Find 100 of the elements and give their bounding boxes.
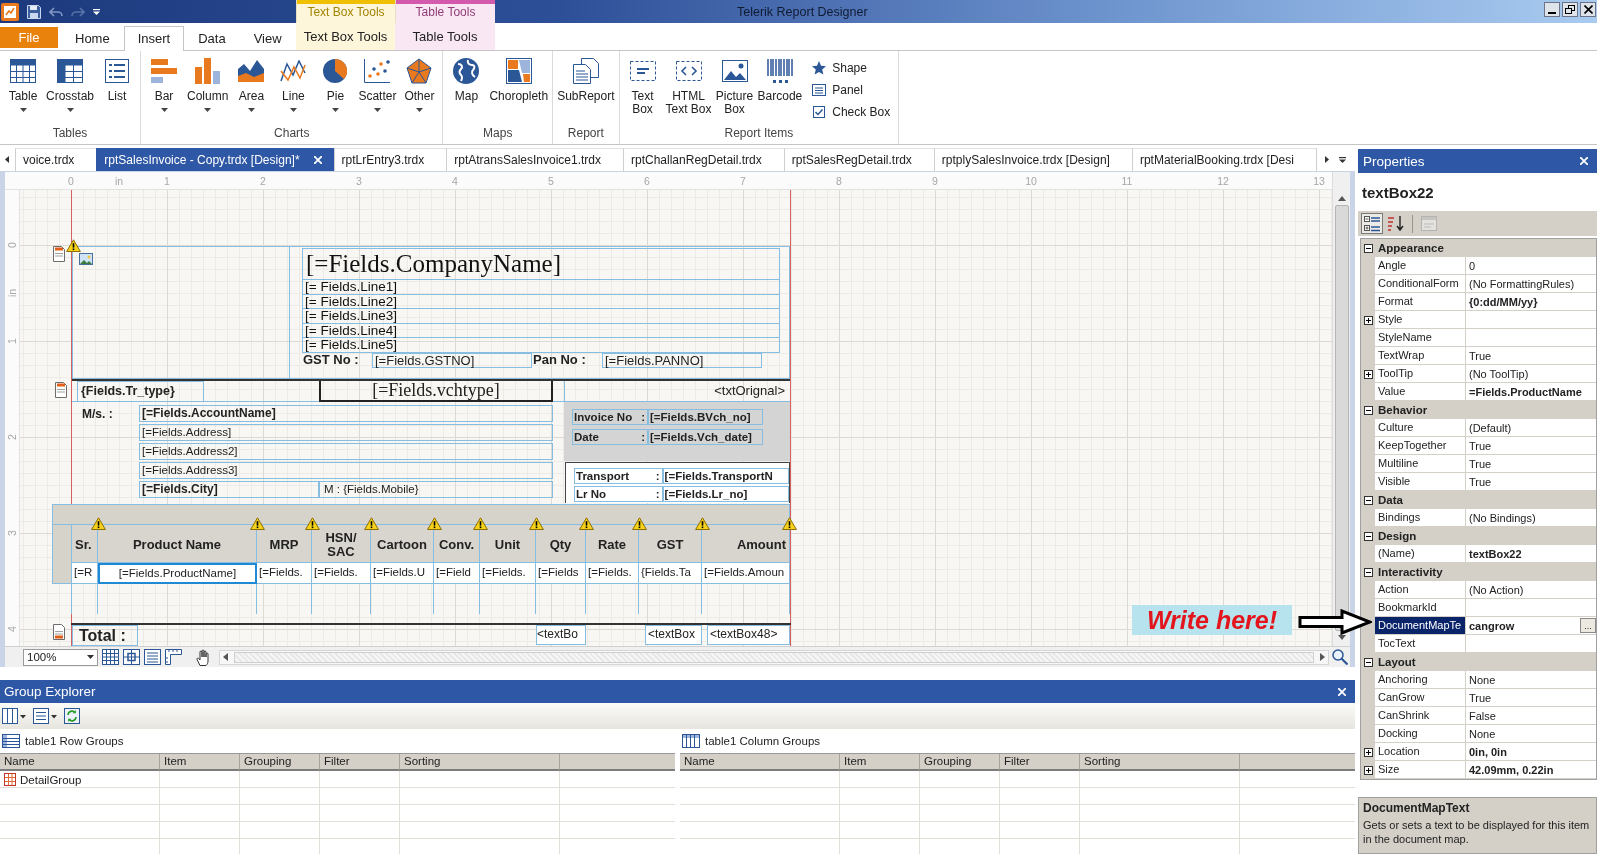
minus-box-icon[interactable] xyxy=(1363,567,1373,577)
property-name[interactable]: Anchoring xyxy=(1375,671,1466,689)
property-name[interactable]: CanGrow xyxy=(1375,689,1466,707)
minus-box-icon[interactable] xyxy=(1363,657,1373,667)
property-value[interactable]: (No ToolTip) xyxy=(1469,365,1529,382)
document-tab[interactable]: rptAtransSalesInvoice1.trdx xyxy=(446,148,623,171)
minus-box-icon[interactable] xyxy=(1363,495,1373,505)
property-value[interactable]: True xyxy=(1469,473,1492,490)
property-value[interactable]: (No FormattingRules) xyxy=(1469,275,1575,292)
choropleth-button[interactable]: Choropleth xyxy=(487,58,551,103)
restore-button[interactable] xyxy=(1562,2,1578,17)
property-name[interactable]: Size xyxy=(1375,761,1466,779)
close-icon[interactable] xyxy=(1580,157,1588,165)
document-tab[interactable]: voice.trdx xyxy=(15,148,97,171)
text-box-button[interactable]: Text Box xyxy=(621,58,664,116)
property-value[interactable]: {0:dd/MM/yy} xyxy=(1469,293,1538,310)
refresh-icon[interactable] xyxy=(64,708,80,724)
plus-box-icon[interactable] xyxy=(1363,765,1373,775)
property-value[interactable]: cangrow xyxy=(1469,617,1515,634)
ribbon-tab[interactable]: Home xyxy=(61,26,124,50)
property-value[interactable]: True xyxy=(1469,689,1492,706)
scroll-thumb[interactable] xyxy=(234,651,1314,663)
ribbon-tab[interactable]: View xyxy=(239,26,296,50)
grid-icon[interactable] xyxy=(102,649,119,665)
property-value[interactable]: 0in, 0in xyxy=(1469,743,1507,760)
property-name[interactable]: ToolTip xyxy=(1375,365,1466,383)
minus-box-icon[interactable] xyxy=(1363,405,1373,415)
property-value[interactable]: (Default) xyxy=(1469,419,1512,436)
plus-box-icon[interactable] xyxy=(1363,747,1373,757)
ellipsis-button[interactable]: ... xyxy=(1580,618,1596,633)
line-chart-button[interactable]: Line xyxy=(272,58,315,112)
plus-box-icon[interactable] xyxy=(1363,315,1373,325)
undo-icon[interactable] xyxy=(49,6,63,17)
property-value[interactable]: True xyxy=(1469,347,1492,364)
property-name[interactable]: DocumentMapTe xyxy=(1375,617,1466,635)
property-name[interactable]: Culture xyxy=(1375,419,1466,437)
minus-box-icon[interactable] xyxy=(1363,243,1373,253)
magnifier-icon[interactable] xyxy=(1332,649,1348,665)
scatter-chart-button[interactable]: Scatter xyxy=(356,58,399,112)
scroll-right-icon[interactable] xyxy=(1324,156,1329,163)
property-value[interactable]: False xyxy=(1469,707,1496,724)
group-name[interactable]: DetailGroup xyxy=(20,773,82,786)
document-tab[interactable]: rptSalesInvoice - Copy.trdx [Design]* xyxy=(96,148,334,171)
bar-chart-button[interactable]: Bar xyxy=(143,58,186,112)
property-name[interactable]: KeepTogether xyxy=(1375,437,1466,455)
picture-box-button[interactable]: Picture Box xyxy=(713,58,756,116)
context-tab[interactable]: Table Tools xyxy=(395,23,495,50)
scroll-thumb[interactable] xyxy=(1334,205,1349,631)
document-tab[interactable]: rptMaterialBooking.trdx [Desi xyxy=(1131,148,1316,171)
property-name[interactable]: CanShrink xyxy=(1375,707,1466,725)
lines-icon[interactable] xyxy=(144,649,161,665)
ribbon-tab[interactable]: Insert xyxy=(123,26,185,51)
crosshair-box-icon[interactable] xyxy=(123,649,140,665)
save-icon[interactable] xyxy=(27,4,41,19)
other-chart-button[interactable]: Other xyxy=(398,58,441,112)
minimize-button[interactable] xyxy=(1544,2,1560,17)
property-name[interactable]: TextWrap xyxy=(1375,347,1466,365)
list-button[interactable]: List xyxy=(96,58,139,103)
document-tab[interactable]: rptplySalesInvoice.trdx [Design] xyxy=(933,148,1132,171)
property-name[interactable]: (Name) xyxy=(1375,545,1466,563)
property-name[interactable]: TocText xyxy=(1375,635,1466,653)
list-dropdown-icon[interactable] xyxy=(33,708,57,724)
property-name[interactable]: Value xyxy=(1375,383,1466,401)
scroll-right-icon[interactable] xyxy=(1320,653,1325,661)
property-value[interactable]: =Fields.ProductName xyxy=(1469,383,1582,400)
property-name[interactable]: Style xyxy=(1375,311,1466,329)
property-name[interactable]: Bindings xyxy=(1375,509,1466,527)
document-tab[interactable]: rptChallanRegDetail.trdx xyxy=(623,148,784,171)
check-box-button[interactable]: Check Box xyxy=(812,105,891,119)
crosstab-button[interactable]: Crosstab xyxy=(44,58,97,112)
caret-icon[interactable] xyxy=(93,8,100,15)
map-button[interactable]: Map xyxy=(445,58,488,103)
table-button[interactable]: Table xyxy=(2,58,44,112)
close-icon[interactable] xyxy=(313,156,322,164)
property-name[interactable]: Visible xyxy=(1375,473,1466,491)
property-value[interactable]: None xyxy=(1469,725,1496,742)
columns-dropdown-icon[interactable] xyxy=(2,708,26,724)
property-name[interactable]: Format xyxy=(1375,293,1466,311)
property-value[interactable]: (No Action) xyxy=(1469,581,1524,598)
minus-box-icon[interactable] xyxy=(1363,531,1373,541)
property-value[interactable]: (No Bindings) xyxy=(1469,509,1536,526)
app-icon[interactable] xyxy=(1,2,19,21)
property-name[interactable]: Multiline xyxy=(1375,455,1466,473)
scroll-up-icon[interactable] xyxy=(1337,196,1346,201)
property-name[interactable]: Location xyxy=(1375,743,1466,761)
scroll-left-icon[interactable] xyxy=(5,156,9,163)
ribbon-tab[interactable]: Data xyxy=(184,26,240,50)
property-value[interactable]: 42.09mm, 0.22in xyxy=(1469,761,1554,778)
html-text-box-button[interactable]: HTML Text Box xyxy=(663,58,714,116)
property-name[interactable]: StyleName xyxy=(1375,329,1466,347)
subreport-button[interactable]: SubReport xyxy=(555,58,617,103)
document-tab[interactable]: rptLrEntry3.trdx xyxy=(333,148,447,171)
property-value[interactable]: textBox22 xyxy=(1469,545,1522,562)
context-tab[interactable]: Text Box Tools xyxy=(296,23,395,50)
property-name[interactable]: Docking xyxy=(1375,725,1466,743)
document-tab[interactable]: rptSalesRegDetail.trdx xyxy=(783,148,934,171)
ruler-icon[interactable] xyxy=(165,649,182,665)
property-name[interactable]: ConditionalForm xyxy=(1375,275,1466,293)
pie-chart-button[interactable]: Pie xyxy=(314,58,357,112)
dropdown-caret-icon[interactable] xyxy=(1338,156,1346,163)
